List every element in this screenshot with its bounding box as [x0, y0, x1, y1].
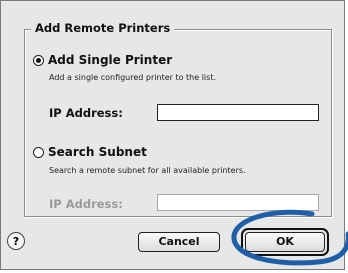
subnet-ip-label: IP Address:	[49, 197, 123, 211]
add-single-printer-option[interactable]: Add Single Printer	[33, 53, 172, 67]
ok-button[interactable]: OK	[245, 232, 325, 252]
dialog-window: Add Remote Printers Add Single Printer A…	[0, 0, 345, 270]
add-single-printer-label: Add Single Printer	[48, 53, 173, 67]
subnet-description: Search a remote subnet for all available…	[49, 166, 246, 175]
radio-search-subnet[interactable]	[33, 146, 44, 158]
search-subnet-option[interactable]: Search Subnet	[33, 145, 147, 159]
search-subnet-label: Search Subnet	[48, 145, 147, 159]
cancel-button[interactable]: Cancel	[138, 232, 220, 252]
single-ip-input[interactable]	[157, 104, 319, 121]
help-button[interactable]: ?	[7, 232, 25, 250]
subnet-ip-input[interactable]	[157, 194, 319, 211]
group-title: Add Remote Printers	[31, 21, 175, 35]
single-printer-description: Add a single configured printer to the l…	[49, 73, 216, 82]
radio-single-printer[interactable]	[33, 54, 44, 66]
single-ip-label: IP Address:	[49, 106, 123, 120]
